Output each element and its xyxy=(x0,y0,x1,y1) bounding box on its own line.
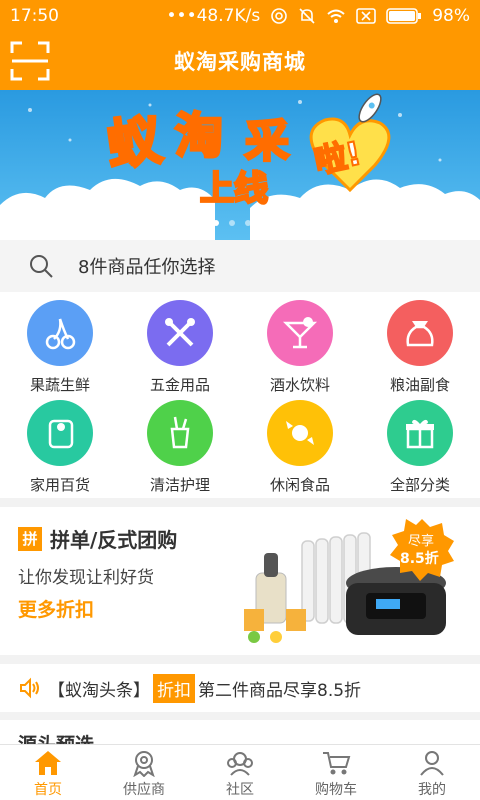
category-label: 粮油副食 xyxy=(389,376,450,394)
banner-char-2: 淘 xyxy=(175,108,223,164)
tab-supplier[interactable]: 供应商 xyxy=(96,745,192,800)
scan-button[interactable] xyxy=(10,41,50,81)
tools-icon xyxy=(147,300,213,366)
more-discounts-link[interactable]: 更多折扣 xyxy=(18,595,94,622)
cherry-icon xyxy=(27,300,93,366)
tab-cart[interactable]: 购物车 xyxy=(288,745,384,800)
cocktail-icon xyxy=(267,300,333,366)
category-label: 清洁护理 xyxy=(149,476,210,494)
tab-label: 我的 xyxy=(418,782,446,798)
gift-icon xyxy=(387,400,453,466)
tab-label: 购物车 xyxy=(315,782,357,798)
category-grid: 果蔬生鲜 五金用品 酒水饮料 粮油副食 家用百货 清洁护理 休闲食品 全部分类 xyxy=(0,292,480,498)
tissue-icon xyxy=(27,400,93,466)
tab-label: 社区 xyxy=(226,782,254,798)
cart-icon xyxy=(323,752,351,775)
community-icon xyxy=(227,752,253,776)
category-hardware[interactable]: 五金用品 xyxy=(120,298,240,398)
speaker-icon xyxy=(20,677,39,699)
supplier-badge-icon xyxy=(133,751,155,777)
network-speed: •••48.7K/s xyxy=(166,6,261,26)
products-image: 尽享 8.5折 xyxy=(244,519,454,643)
sim-off-icon xyxy=(356,8,377,24)
category-label: 全部分类 xyxy=(389,476,450,494)
group-tag: 拼 xyxy=(18,527,42,551)
search-bar[interactable]: 8件商品任你选择 xyxy=(0,240,480,292)
bottom-tab-bar: 首页 供应商 社区 购物车 我的 xyxy=(0,744,480,800)
tab-community[interactable]: 社区 xyxy=(192,745,288,800)
category-all[interactable]: 全部分类 xyxy=(360,398,480,498)
category-label: 五金用品 xyxy=(149,376,210,394)
group-buy-section[interactable]: 拼 拼单/反式团购 让你发现让利好货 更多折扣 尽享 8.5折 xyxy=(0,507,480,655)
scan-icon xyxy=(10,41,50,81)
toothbrush-icon xyxy=(147,400,213,466)
battery-icon xyxy=(386,7,422,25)
discount-badge: 折扣 xyxy=(153,673,195,703)
category-grain-oil[interactable]: 粮油副食 xyxy=(360,298,480,398)
network-speed-value: 48.7K/s xyxy=(196,6,261,26)
banner-illustration: 蚁 淘 采 啦! 上线 xyxy=(0,90,480,240)
category-label: 家用百货 xyxy=(29,476,90,494)
promo-badge-line2: 8.5折 xyxy=(400,550,439,567)
hotspot-icon xyxy=(270,7,288,25)
category-label: 酒水饮料 xyxy=(269,376,330,394)
mute-bell-icon xyxy=(298,7,316,25)
tab-profile[interactable]: 我的 xyxy=(384,745,480,800)
tab-label: 首页 xyxy=(34,782,62,798)
battery-level: 98% xyxy=(432,6,470,26)
tab-label: 供应商 xyxy=(123,782,165,798)
page-title: 蚁淘采购商城 xyxy=(174,50,306,74)
category-label: 果蔬生鲜 xyxy=(29,376,90,394)
headline-prefix: 【蚁淘头条】 xyxy=(48,680,150,701)
rice-bag-icon xyxy=(387,300,453,366)
category-label: 休闲食品 xyxy=(269,476,330,494)
tab-home[interactable]: 首页 xyxy=(0,745,96,800)
candy-icon xyxy=(267,400,333,466)
wifi-icon xyxy=(326,8,346,24)
category-drinks[interactable]: 酒水饮料 xyxy=(240,298,360,398)
profile-icon xyxy=(420,751,444,776)
category-cleaning[interactable]: 清洁护理 xyxy=(120,398,240,498)
search-icon xyxy=(30,255,53,278)
status-time: 17:50 xyxy=(10,6,59,26)
group-subtitle: 让你发现让利好货 xyxy=(18,568,154,588)
category-snacks[interactable]: 休闲食品 xyxy=(240,398,360,498)
promo-banner[interactable]: 蚁 淘 采 啦! 上线 xyxy=(0,90,480,240)
group-title: 拼单/反式团购 xyxy=(50,528,178,552)
banner-line2: 上线 xyxy=(200,169,268,209)
home-icon xyxy=(35,751,61,775)
promo-badge-line1: 尽享 xyxy=(408,533,434,549)
banner-char-3: 采 xyxy=(245,116,289,167)
status-indicators: •••48.7K/s 98% xyxy=(167,6,470,26)
category-fruit-veg[interactable]: 果蔬生鲜 xyxy=(0,298,120,398)
news-ticker[interactable]: 【蚁淘头条】 折扣 第二件商品尽享8.5折 xyxy=(0,664,480,712)
app-header: 蚁淘采购商城 xyxy=(0,32,480,90)
headline-text: 第二件商品尽享8.5折 xyxy=(198,680,362,701)
banner-char-1: 蚁 xyxy=(103,108,166,178)
category-household[interactable]: 家用百货 xyxy=(0,398,120,498)
search-placeholder: 8件商品任你选择 xyxy=(78,257,216,278)
status-bar: 17:50 •••48.7K/s 98% xyxy=(0,0,480,32)
